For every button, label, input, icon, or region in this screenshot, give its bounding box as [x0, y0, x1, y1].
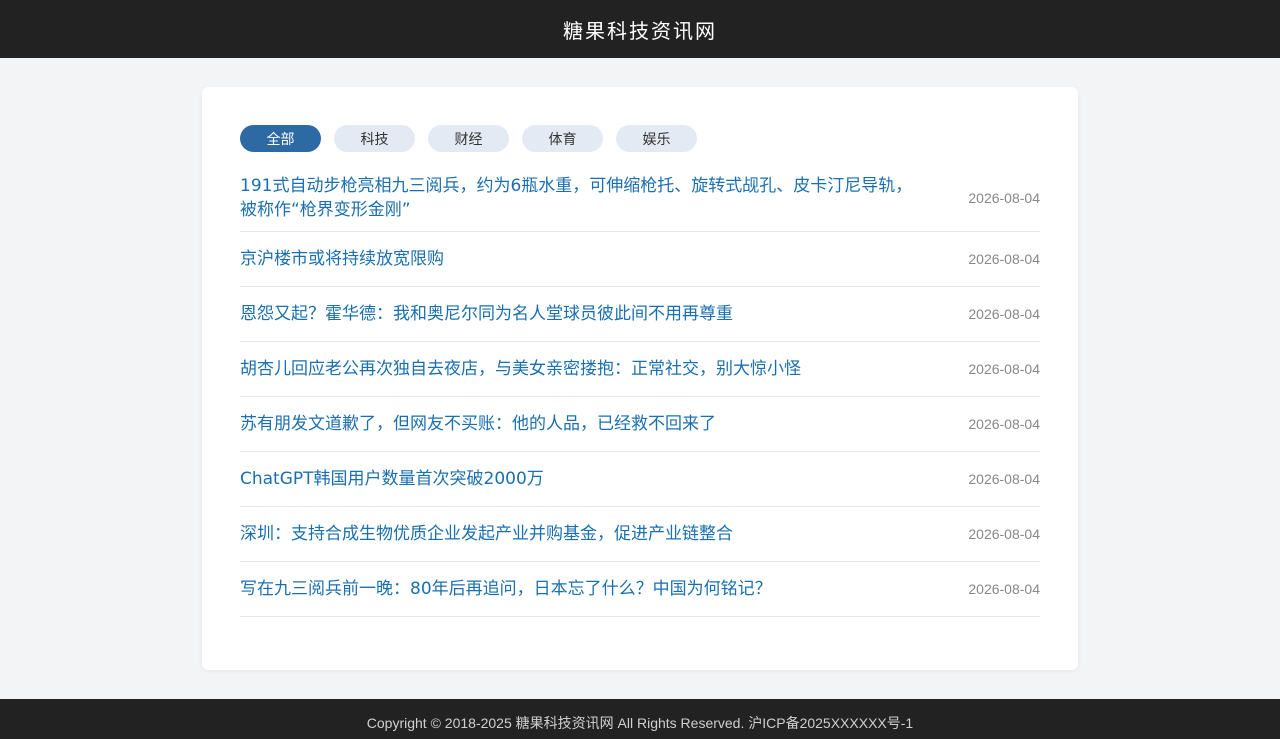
list-item: 恩怨又起？霍华德：我和奥尼尔同为名人堂球员彼此间不用再尊重 2026-08-04: [240, 287, 1040, 342]
news-card: 全部 科技 财经 体育 娱乐 191式自动步枪亮相九三阅兵，约为6瓶水重，可伸缩…: [202, 87, 1078, 670]
list-item: 京沪楼市或将持续放宽限购 2026-08-04: [240, 232, 1040, 287]
tab-finance[interactable]: 财经: [428, 125, 509, 152]
list-item: 深圳：支持合成生物优质企业发起产业并购基金，促进产业链整合 2026-08-04: [240, 507, 1040, 562]
category-tabs: 全部 科技 财经 体育 娱乐: [240, 125, 1040, 152]
tab-tech[interactable]: 科技: [334, 125, 415, 152]
list-item: ChatGPT韩国用户数量首次突破2000万 2026-08-04: [240, 452, 1040, 507]
news-title-link[interactable]: 深圳：支持合成生物优质企业发起产业并购基金，促进产业链整合: [240, 522, 920, 546]
news-title-link[interactable]: 京沪楼市或将持续放宽限购: [240, 247, 920, 271]
tab-sports[interactable]: 体育: [522, 125, 603, 152]
news-list: 191式自动步枪亮相九三阅兵，约为6瓶水重，可伸缩枪托、旋转式觇孔、皮卡汀尼导轨…: [240, 165, 1040, 617]
news-title-link[interactable]: 胡杏儿回应老公再次独自去夜店，与美女亲密搂抱：正常社交，别大惊小怪: [240, 357, 920, 381]
list-item: 胡杏儿回应老公再次独自去夜店，与美女亲密搂抱：正常社交，别大惊小怪 2026-0…: [240, 342, 1040, 397]
news-title-link[interactable]: ChatGPT韩国用户数量首次突破2000万: [240, 467, 920, 491]
list-item: 苏有朋发文道歉了，但网友不买账：他的人品，已经救不回来了 2026-08-04: [240, 397, 1040, 452]
news-date: 2026-08-04: [968, 190, 1040, 206]
news-date: 2026-08-04: [968, 526, 1040, 542]
list-item: 写在九三阅兵前一晚：80年后再追问，日本忘了什么？中国为何铭记？ 2026-08…: [240, 562, 1040, 617]
news-title-link[interactable]: 恩怨又起？霍华德：我和奥尼尔同为名人堂球员彼此间不用再尊重: [240, 302, 920, 326]
page-footer: Copyright © 2018-2025 糖果科技资讯网 All Rights…: [0, 699, 1280, 739]
news-date: 2026-08-04: [968, 416, 1040, 432]
tab-entertainment[interactable]: 娱乐: [616, 125, 697, 152]
top-header: 糖果科技资讯网: [0, 0, 1280, 58]
list-item: 191式自动步枪亮相九三阅兵，约为6瓶水重，可伸缩枪托、旋转式觇孔、皮卡汀尼导轨…: [240, 165, 1040, 232]
news-title-link[interactable]: 191式自动步枪亮相九三阅兵，约为6瓶水重，可伸缩枪托、旋转式觇孔、皮卡汀尼导轨…: [240, 174, 920, 222]
site-title: 糖果科技资讯网: [563, 18, 717, 43]
news-date: 2026-08-04: [968, 251, 1040, 267]
news-title-link[interactable]: 写在九三阅兵前一晚：80年后再追问，日本忘了什么？中国为何铭记？: [240, 577, 920, 601]
footer-copyright: Copyright © 2018-2025 糖果科技资讯网 All Rights…: [366, 715, 914, 731]
news-date: 2026-08-04: [968, 581, 1040, 597]
news-date: 2026-08-04: [968, 361, 1040, 377]
news-date: 2026-08-04: [968, 306, 1040, 322]
news-title-link[interactable]: 苏有朋发文道歉了，但网友不买账：他的人品，已经救不回来了: [240, 412, 920, 436]
news-date: 2026-08-04: [968, 471, 1040, 487]
tab-all[interactable]: 全部: [240, 125, 321, 152]
